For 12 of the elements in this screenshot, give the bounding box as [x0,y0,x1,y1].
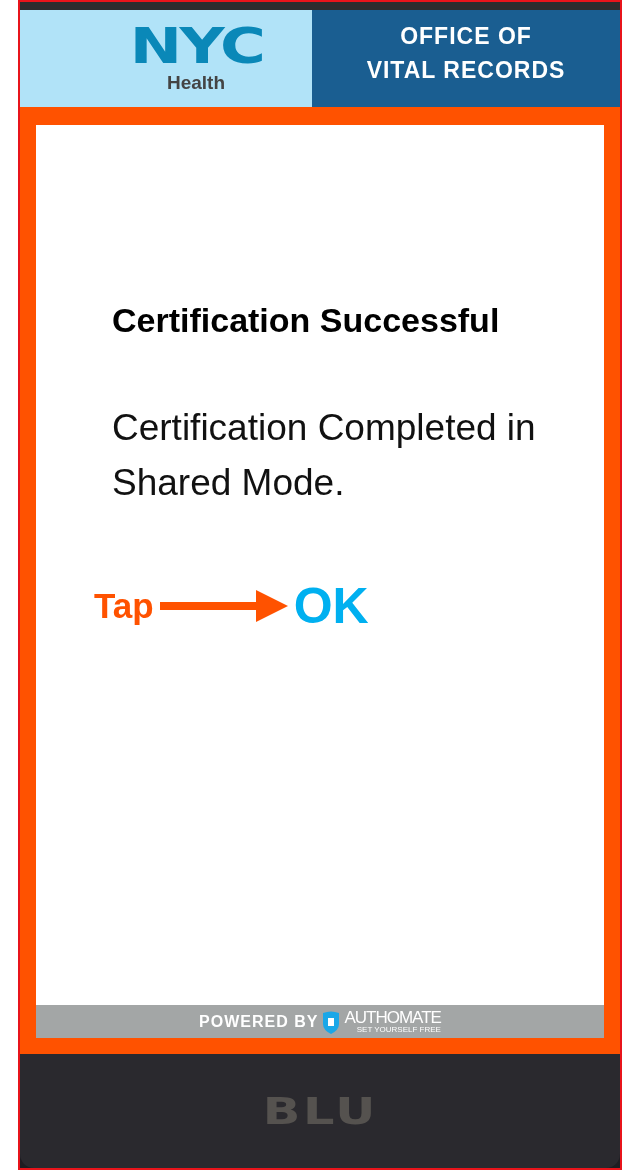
nyc-logo: NYC [129,20,263,72]
dialog-title: Certification Successful [112,300,501,341]
shield-icon [322,1009,341,1034]
brand-tagline: SET YOURSELF FREE [356,1026,441,1034]
dialog-message: Certification Completed in Shared Mode. [112,406,537,505]
ok-button[interactable]: OK [293,581,369,632]
annotation-label: Tap [94,585,154,627]
header-title: VITAL RECORDS [366,55,566,85]
brand-name: AUTHOMATE [344,1009,441,1026]
header-title: OFFICE OF [400,21,532,51]
powered-by-label: POWERED BY [199,1013,319,1030]
logo-subtitle: Health [166,72,226,94]
